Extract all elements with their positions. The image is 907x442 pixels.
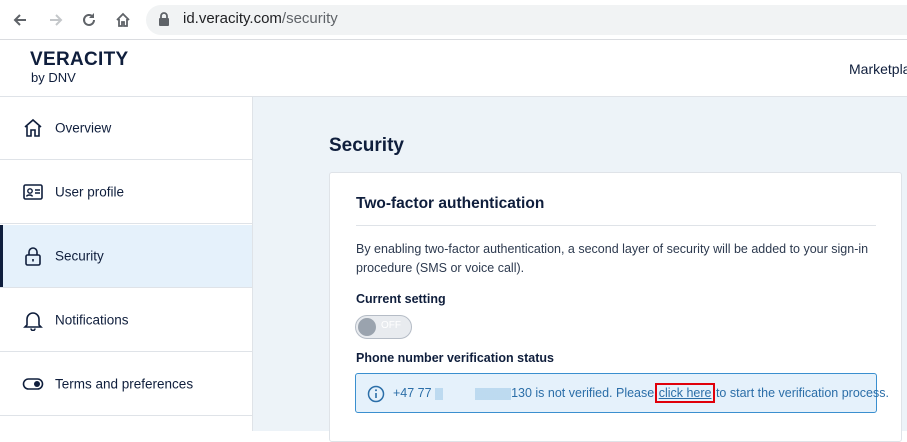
sidebar-item-label: Overview — [55, 120, 112, 136]
phone-suffix: 130 is not verified. Please — [511, 386, 658, 400]
sidebar-item-label: Terms and preferences — [55, 376, 194, 392]
sidebar: Overview User profile Security Notificat… — [0, 97, 253, 431]
app-header: VERACITY by DNV Marketpla — [0, 40, 907, 97]
nav-marketplace-link[interactable]: Marketpla — [849, 61, 907, 77]
lock-icon — [158, 11, 170, 32]
two-factor-card: Two-factor authentication By enabling tw… — [329, 172, 902, 442]
lock-icon — [22, 245, 44, 267]
logo-subtitle: by DNV — [31, 70, 76, 85]
phone-prefix: +47 77 — [393, 386, 436, 400]
url-host: id.veracity.com — [183, 10, 282, 27]
toggle-state-text: OFF — [381, 320, 401, 331]
sidebar-item-overview[interactable]: Overview — [0, 97, 252, 160]
divider — [356, 225, 876, 226]
sidebar-item-terms[interactable]: Terms and preferences — [0, 353, 252, 416]
forward-arrow-icon[interactable] — [44, 8, 68, 32]
verification-message: +47 77 130 is not verified. Please click… — [393, 383, 889, 403]
two-factor-toggle[interactable]: OFF — [355, 315, 412, 339]
redacted-phone — [435, 387, 512, 400]
main-content: Security Two-factor authentication By en… — [253, 97, 907, 442]
verification-info-box: +47 77 130 is not verified. Please click… — [355, 373, 889, 413]
sidebar-item-security[interactable]: Security — [0, 225, 252, 288]
current-setting-label: Current setting — [356, 292, 446, 306]
url-text[interactable]: id.veracity.com/security — [183, 10, 338, 27]
toggle-icon — [22, 373, 44, 395]
logo[interactable]: VERACITY — [30, 49, 128, 71]
browser-toolbar: id.veracity.com/security — [0, 0, 907, 40]
click-here-link[interactable]: click here — [654, 383, 716, 403]
reload-icon[interactable] — [77, 8, 101, 32]
sidebar-item-label: User profile — [55, 184, 125, 200]
card-description: By enabling two-factor authentication, a… — [356, 242, 869, 275]
phone-status-label: Phone number verification status — [356, 351, 554, 365]
home-browser-icon[interactable] — [111, 8, 135, 32]
message-after: to start the verification process. — [712, 386, 889, 400]
sidebar-item-user-profile[interactable]: User profile — [0, 161, 252, 224]
info-icon — [367, 385, 385, 403]
sidebar-item-label: Security — [55, 248, 104, 264]
back-arrow-icon[interactable] — [8, 8, 32, 32]
bell-icon — [22, 309, 44, 332]
home-icon — [22, 117, 44, 139]
url-path: /security — [281, 10, 338, 27]
sidebar-item-label: Notifications — [55, 312, 129, 328]
sidebar-item-notifications[interactable]: Notifications — [0, 289, 252, 352]
id-card-icon — [22, 181, 44, 203]
card-title: Two-factor authentication — [356, 195, 545, 212]
toggle-knob — [358, 318, 376, 336]
page-title: Security — [329, 135, 404, 156]
